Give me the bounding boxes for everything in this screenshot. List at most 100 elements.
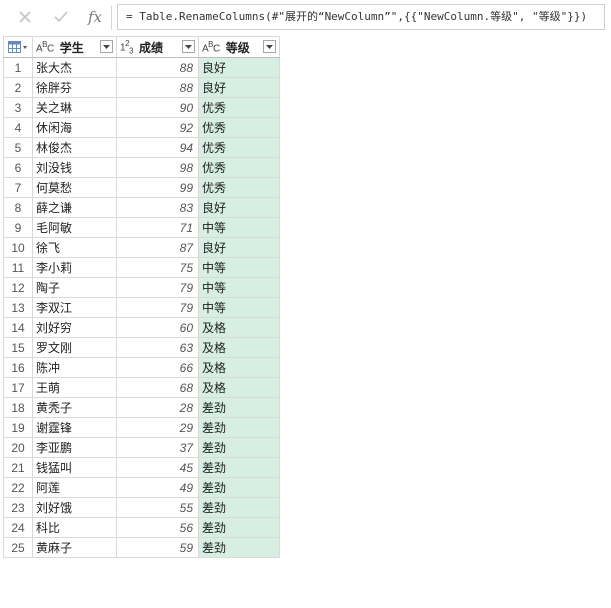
table-row[interactable]: 15 罗文刚 63 及格 bbox=[3, 337, 280, 358]
row-number[interactable]: 23 bbox=[3, 497, 33, 518]
cell-score[interactable]: 68 bbox=[116, 377, 199, 398]
cell-grade[interactable]: 差劲 bbox=[198, 437, 280, 458]
table-row[interactable]: 5 林俊杰 94 优秀 bbox=[3, 137, 280, 158]
cell-grade[interactable]: 及格 bbox=[198, 377, 280, 398]
table-row[interactable]: 22 阿莲 49 差劲 bbox=[3, 477, 280, 498]
row-number[interactable]: 6 bbox=[3, 157, 33, 178]
cell-score[interactable]: 28 bbox=[116, 397, 199, 418]
column-header-score[interactable]: 123 成绩 bbox=[116, 36, 199, 58]
cell-grade[interactable]: 良好 bbox=[198, 197, 280, 218]
cell-grade[interactable]: 优秀 bbox=[198, 117, 280, 138]
cell-student[interactable]: 钱猛叫 bbox=[32, 457, 117, 478]
cell-grade[interactable]: 差劲 bbox=[198, 517, 280, 538]
cell-student[interactable]: 薛之谦 bbox=[32, 197, 117, 218]
table-row[interactable]: 19 谢霆锋 29 差劲 bbox=[3, 417, 280, 438]
column-header-student[interactable]: ABC 学生 bbox=[32, 36, 117, 58]
cell-student[interactable]: 黄麻子 bbox=[32, 537, 117, 558]
cell-score[interactable]: 79 bbox=[116, 277, 199, 298]
cell-student[interactable]: 关之琳 bbox=[32, 97, 117, 118]
cell-student[interactable]: 李双江 bbox=[32, 297, 117, 318]
cell-grade[interactable]: 中等 bbox=[198, 297, 280, 318]
commit-formula-button[interactable] bbox=[49, 6, 73, 28]
row-number[interactable]: 8 bbox=[3, 197, 33, 218]
cell-grade[interactable]: 差劲 bbox=[198, 457, 280, 478]
table-row[interactable]: 20 李亚鹏 37 差劲 bbox=[3, 437, 280, 458]
table-row[interactable]: 1 张大杰 88 良好 bbox=[3, 57, 280, 78]
cell-score[interactable]: 88 bbox=[116, 57, 199, 78]
cell-student[interactable]: 林俊杰 bbox=[32, 137, 117, 158]
cell-student[interactable]: 阿莲 bbox=[32, 477, 117, 498]
cell-score[interactable]: 99 bbox=[116, 177, 199, 198]
cell-student[interactable]: 休闲海 bbox=[32, 117, 117, 138]
row-number[interactable]: 15 bbox=[3, 337, 33, 358]
table-row[interactable]: 2 徐胖芬 88 良好 bbox=[3, 77, 280, 98]
table-row[interactable]: 11 李小莉 75 中等 bbox=[3, 257, 280, 278]
cell-student[interactable]: 刘没钱 bbox=[32, 157, 117, 178]
cell-grade[interactable]: 优秀 bbox=[198, 97, 280, 118]
cell-score[interactable]: 87 bbox=[116, 237, 199, 258]
column-header-grade[interactable]: ABC 等级 bbox=[198, 36, 280, 58]
cell-grade[interactable]: 中等 bbox=[198, 257, 280, 278]
cell-grade[interactable]: 优秀 bbox=[198, 177, 280, 198]
cell-grade[interactable]: 优秀 bbox=[198, 157, 280, 178]
table-row[interactable]: 14 刘好穷 60 及格 bbox=[3, 317, 280, 338]
cell-grade[interactable]: 良好 bbox=[198, 77, 280, 98]
cell-score[interactable]: 83 bbox=[116, 197, 199, 218]
filter-dropdown-button[interactable] bbox=[100, 40, 113, 53]
formula-input[interactable]: = Table.RenameColumns(#"展开的“NewColumn”",… bbox=[117, 4, 605, 30]
cell-score[interactable]: 45 bbox=[116, 457, 199, 478]
row-number[interactable]: 10 bbox=[3, 237, 33, 258]
cell-score[interactable]: 94 bbox=[116, 137, 199, 158]
cell-grade[interactable]: 差劲 bbox=[198, 417, 280, 438]
number-type-icon[interactable]: 123 bbox=[120, 39, 133, 55]
row-number[interactable]: 1 bbox=[3, 57, 33, 78]
row-number[interactable]: 2 bbox=[3, 77, 33, 98]
table-row[interactable]: 8 薛之谦 83 良好 bbox=[3, 197, 280, 218]
table-row[interactable]: 4 休闲海 92 优秀 bbox=[3, 117, 280, 138]
cell-grade[interactable]: 差劲 bbox=[198, 477, 280, 498]
table-row[interactable]: 16 陈冲 66 及格 bbox=[3, 357, 280, 378]
cell-grade[interactable]: 中等 bbox=[198, 277, 280, 298]
cell-score[interactable]: 66 bbox=[116, 357, 199, 378]
text-type-icon[interactable]: ABC bbox=[36, 40, 54, 54]
cell-score[interactable]: 75 bbox=[116, 257, 199, 278]
row-number[interactable]: 21 bbox=[3, 457, 33, 478]
cell-score[interactable]: 29 bbox=[116, 417, 199, 438]
cancel-formula-button[interactable] bbox=[13, 6, 37, 28]
cell-student[interactable]: 徐胖芬 bbox=[32, 77, 117, 98]
cell-score[interactable]: 79 bbox=[116, 297, 199, 318]
row-number[interactable]: 19 bbox=[3, 417, 33, 438]
fx-button[interactable]: fx bbox=[83, 6, 107, 28]
cell-student[interactable]: 何莫愁 bbox=[32, 177, 117, 198]
row-number[interactable]: 25 bbox=[3, 537, 33, 558]
cell-student[interactable]: 刘好饿 bbox=[32, 497, 117, 518]
row-number[interactable]: 14 bbox=[3, 317, 33, 338]
table-row[interactable]: 17 王萌 68 及格 bbox=[3, 377, 280, 398]
table-row[interactable]: 7 何莫愁 99 优秀 bbox=[3, 177, 280, 198]
table-row[interactable]: 21 钱猛叫 45 差劲 bbox=[3, 457, 280, 478]
cell-score[interactable]: 56 bbox=[116, 517, 199, 538]
table-row[interactable]: 18 黄秃子 28 差劲 bbox=[3, 397, 280, 418]
cell-score[interactable]: 49 bbox=[116, 477, 199, 498]
cell-score[interactable]: 55 bbox=[116, 497, 199, 518]
table-row[interactable]: 10 徐飞 87 良好 bbox=[3, 237, 280, 258]
cell-student[interactable]: 王萌 bbox=[32, 377, 117, 398]
cell-grade[interactable]: 差劲 bbox=[198, 397, 280, 418]
cell-student[interactable]: 黄秃子 bbox=[32, 397, 117, 418]
cell-score[interactable]: 71 bbox=[116, 217, 199, 238]
table-row[interactable]: 9 毛阿敏 71 中等 bbox=[3, 217, 280, 238]
table-row[interactable]: 12 陶子 79 中等 bbox=[3, 277, 280, 298]
table-row[interactable]: 6 刘没钱 98 优秀 bbox=[3, 157, 280, 178]
filter-dropdown-button[interactable] bbox=[182, 40, 195, 53]
cell-score[interactable]: 37 bbox=[116, 437, 199, 458]
cell-score[interactable]: 90 bbox=[116, 97, 199, 118]
cell-student[interactable]: 毛阿敏 bbox=[32, 217, 117, 238]
cell-score[interactable]: 98 bbox=[116, 157, 199, 178]
cell-grade[interactable]: 及格 bbox=[198, 317, 280, 338]
text-type-icon[interactable]: ABC bbox=[202, 40, 220, 54]
row-number[interactable]: 7 bbox=[3, 177, 33, 198]
cell-score[interactable]: 92 bbox=[116, 117, 199, 138]
row-number[interactable]: 24 bbox=[3, 517, 33, 538]
cell-student[interactable]: 刘好穷 bbox=[32, 317, 117, 338]
table-menu-button[interactable] bbox=[3, 36, 33, 58]
